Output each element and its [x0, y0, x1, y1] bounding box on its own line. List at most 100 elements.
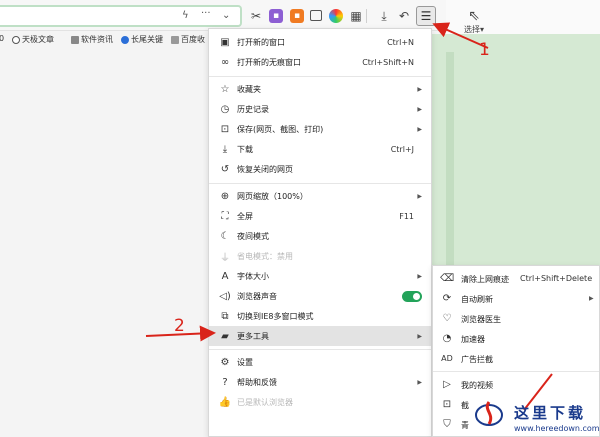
cut-icon[interactable]: ✂: [249, 9, 263, 23]
undo-icon[interactable]: ↶: [397, 9, 411, 23]
submenu-item-auto-refresh[interactable]: ⟳ 自动刷新 ▶: [433, 288, 599, 308]
menu-item-label: 设置: [237, 357, 253, 367]
menu-item-label: 夜间模式: [237, 231, 269, 241]
menu-item-font-size[interactable]: A 字体大小 ▶: [209, 266, 431, 286]
menu-item-label: 更多工具: [237, 331, 269, 341]
menu-item-label: 收藏夹: [237, 84, 261, 94]
colorful-extension-icon[interactable]: [329, 9, 343, 23]
bookmark-item[interactable]: 0: [0, 34, 4, 43]
speaker-icon: ◁): [219, 290, 231, 302]
menu-item-zoom[interactable]: ⊕ 网页缩放（100%） ▶: [209, 186, 431, 206]
bookmark-label: 天极文章: [22, 35, 54, 44]
menu-item-favorites[interactable]: ☆ 收藏夹 ▶: [209, 79, 431, 99]
plug-icon: ⏚: [220, 252, 230, 264]
submenu-item-label: 我的视频: [461, 381, 493, 390]
bookmark-bar: 0 天极文章 软件资讯 长尾关键 百度收: [0, 31, 208, 49]
menu-item-new-incognito-window[interactable]: ∞ 打开新的无痕窗口 Ctrl+Shift+N: [209, 52, 431, 72]
address-bar[interactable]: ϟ ··· ⌄: [0, 5, 242, 27]
menu-item-label: 已是默认浏览器: [237, 397, 293, 407]
bookmark-item[interactable]: 天极文章: [12, 34, 54, 45]
lightning-icon[interactable]: ϟ: [182, 10, 189, 21]
menu-item-label: 历史记录: [237, 104, 269, 114]
bookmark-item[interactable]: 百度收: [171, 34, 205, 45]
menu-item-browser-sound[interactable]: ◁) 浏览器声音: [209, 286, 431, 306]
menu-item-history[interactable]: ◷ 历史记录 ▶: [209, 99, 431, 119]
submenu-divider: [433, 371, 599, 372]
menu-item-label: 打开新的无痕窗口: [237, 57, 301, 67]
menu-divider: [209, 76, 431, 77]
apps-grid-icon[interactable]: ▦: [349, 9, 363, 23]
menu-item-restore-closed[interactable]: ↺ 恢复关闭的网页: [209, 159, 431, 179]
bookmark-label: 0: [0, 34, 5, 43]
cursor-arrow-icon: ⇖: [468, 8, 480, 24]
video-play-icon: ▷: [443, 378, 451, 390]
menu-item-label: 打开新的窗口: [237, 37, 285, 47]
speedometer-icon: ◔: [442, 332, 452, 344]
watermark-logo-icon: [475, 401, 503, 426]
submenu-item-ad-block[interactable]: AD 广告拦截: [433, 348, 599, 368]
select-tool-button[interactable]: ⇖ 选择▾: [456, 8, 492, 35]
purple-extension-icon[interactable]: ▪: [269, 9, 283, 23]
menu-item-shortcut: Ctrl+N: [387, 37, 414, 47]
ad-block-icon: AD: [441, 353, 453, 363]
submenu-item-browser-doctor[interactable]: ♡ 浏览器医生: [433, 308, 599, 328]
bookmark-label: 软件资讯: [81, 35, 113, 44]
menu-item-fullscreen[interactable]: ⛶ 全屏 F11: [209, 206, 431, 226]
download-icon[interactable]: ⤓: [377, 9, 391, 23]
submenu-arrow-icon: ▶: [417, 192, 422, 200]
menu-item-more-tools[interactable]: ▰ 更多工具 ▶: [209, 326, 431, 346]
chevron-down-icon[interactable]: ⌄: [222, 10, 230, 21]
step1-number: 1: [479, 40, 490, 60]
menu-item-label: 帮助和反馈: [237, 377, 277, 387]
submenu-item-shortcut: Ctrl+Shift+Delete: [520, 274, 593, 283]
watermark-url: www.hereedown.com: [514, 424, 600, 433]
submenu-arrow-icon: ▶: [417, 125, 422, 133]
select-tool-label: 选择: [463, 25, 480, 34]
menu-item-power-saving: ⏚ 省电模式：禁用: [209, 246, 431, 266]
menu-item-downloads[interactable]: ⤓ 下载 Ctrl+J: [209, 139, 431, 159]
submenu-item-label: 加速器: [461, 335, 485, 344]
menu-item-label: 全屏: [237, 211, 253, 221]
blue-favicon-icon: [121, 35, 129, 44]
gear-icon: ⚙: [220, 356, 230, 368]
bookmark-item[interactable]: 长尾关键: [121, 34, 163, 45]
submenu-item-label: 青: [461, 421, 469, 430]
bookmark-label: 百度收: [181, 35, 205, 44]
help-circle-icon: ?: [222, 376, 228, 388]
dropdown-caret-icon: ▾: [479, 25, 484, 34]
menu-item-ie8-mode[interactable]: ⧉ 切换到IE8多窗口模式: [209, 306, 431, 326]
window-switch-icon: ⧉: [221, 310, 229, 322]
submenu-item-accelerator[interactable]: ◔ 加速器: [433, 328, 599, 348]
clock-favicon-icon: [12, 35, 20, 44]
star-list-icon: ☆: [220, 83, 230, 95]
gray-favicon-icon: [171, 35, 179, 44]
bookmark-item[interactable]: 软件资讯: [71, 34, 113, 45]
menu-item-label: 下载: [237, 144, 253, 154]
menu-item-night-mode[interactable]: ☾ 夜间模式: [209, 226, 431, 246]
submenu-item-clear-traces[interactable]: ⌫ 清除上网痕迹 Ctrl+Shift+Delete: [433, 268, 599, 288]
menu-item-help-feedback[interactable]: ? 帮助和反馈 ▶: [209, 372, 431, 392]
hamburger-menu-icon: ☰: [420, 9, 432, 23]
orange-extension-icon[interactable]: ▪: [290, 9, 304, 23]
menu-item-settings[interactable]: ⚙ 设置: [209, 352, 431, 372]
submenu-item-my-videos[interactable]: ▷ 我的视频: [433, 374, 599, 394]
menu-item-label: 保存(网页、截图、打印): [237, 124, 324, 134]
more-icon[interactable]: ···: [201, 8, 211, 19]
submenu-arrow-icon: ▶: [417, 378, 422, 386]
submenu-item-label: 浏览器医生: [461, 315, 501, 324]
heart-pulse-icon: ♡: [442, 312, 452, 324]
submenu-arrow-icon: ▶: [417, 272, 422, 280]
menu-item-default-browser: 👍 已是默认浏览器: [209, 392, 431, 412]
history-clock-icon: ◷: [220, 103, 230, 115]
menu-item-label: 省电模式：禁用: [237, 251, 293, 261]
menu-item-save[interactable]: ⊡ 保存(网页、截图、打印) ▶: [209, 119, 431, 139]
thumbs-up-icon: 👍: [218, 396, 232, 408]
menu-item-new-window[interactable]: ▣ 打开新的窗口 Ctrl+N: [209, 32, 431, 52]
main-menu-button[interactable]: ☰: [416, 6, 436, 26]
font-a-icon: A: [221, 270, 229, 282]
menu-divider: [209, 349, 431, 350]
screen-icon[interactable]: [310, 10, 322, 21]
sound-toggle-switch[interactable]: [402, 290, 422, 302]
menu-item-label: 切换到IE8多窗口模式: [237, 311, 314, 321]
gray-favicon-icon: [71, 35, 79, 44]
